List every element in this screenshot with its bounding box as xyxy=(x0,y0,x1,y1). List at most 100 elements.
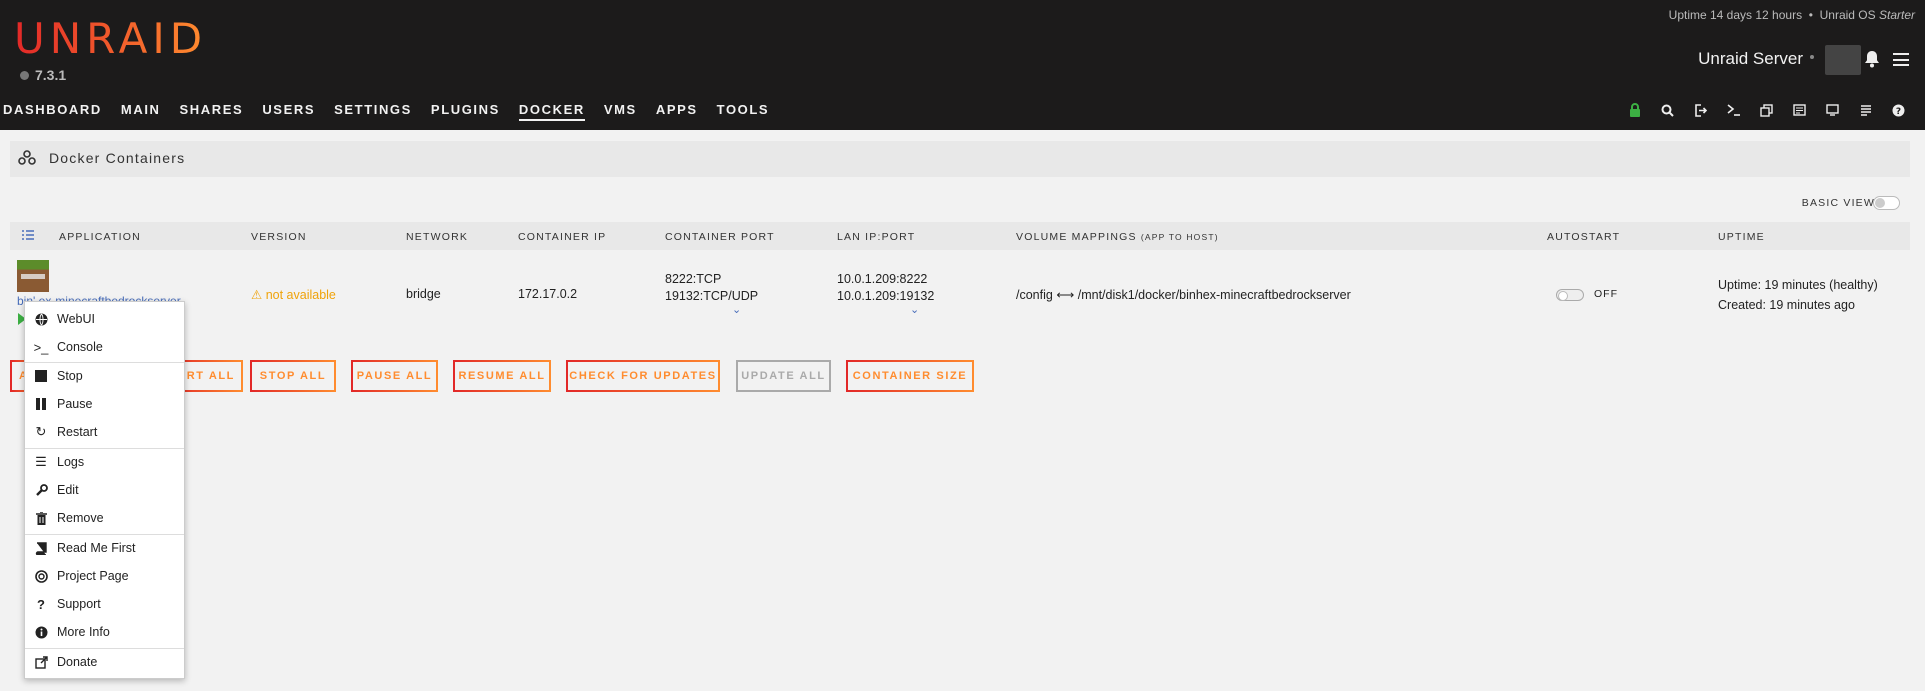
menu-divider xyxy=(25,534,184,535)
arrow-icon: ⟷ xyxy=(1056,288,1075,302)
page-title-bar: Docker Containers xyxy=(10,141,1910,177)
chevron-down-icon[interactable]: ⌄ xyxy=(732,303,741,316)
monitor-icon[interactable] xyxy=(1816,101,1849,119)
menu-label: Stop xyxy=(57,369,83,383)
container-ports: 8222:TCP 19132:TCP/UDP xyxy=(665,271,758,305)
autostart-state: OFF xyxy=(1594,288,1618,300)
pause-all-button[interactable]: PAUSE ALL xyxy=(351,360,438,392)
log-icon[interactable] xyxy=(1849,101,1882,119)
menu-label: Pause xyxy=(57,397,93,411)
nav-users[interactable]: USERS xyxy=(262,102,315,121)
search-icon[interactable] xyxy=(1651,101,1684,119)
help-icon[interactable]: ? xyxy=(1882,101,1915,119)
col-network: NETWORK xyxy=(406,231,469,243)
nav-dashboard[interactable]: DASHBOARD xyxy=(3,102,102,121)
menu-label: Console xyxy=(57,340,103,354)
menu-item-project[interactable]: Project Page xyxy=(25,564,184,588)
menu-label: Support xyxy=(57,597,101,611)
system-info: Uptime 14 days 12 hours • Unraid OS Star… xyxy=(1669,8,1915,22)
lan-port-1: 10.0.1.209:8222 xyxy=(837,272,928,286)
copy-icon[interactable] xyxy=(1750,101,1783,119)
stop-icon xyxy=(25,370,57,382)
lock-icon[interactable] xyxy=(1618,101,1651,119)
server-name[interactable]: Unraid Server xyxy=(1698,49,1803,69)
menu-label: Edit xyxy=(57,483,79,497)
table-row: bin' ex-minecraftbedrockserver ⚠ not ava… xyxy=(10,254,1910,328)
menu-icon[interactable] xyxy=(1893,53,1909,66)
container-size-button[interactable]: CONTAINER SIZE xyxy=(846,360,974,392)
menu-label: More Info xyxy=(57,625,110,639)
nav-apps[interactable]: APPS xyxy=(656,102,698,121)
menu-item-console[interactable]: >_ Console xyxy=(25,335,184,359)
check-updates-button[interactable]: CHECK FOR UPDATES xyxy=(566,360,720,392)
menu-item-stop[interactable]: Stop xyxy=(25,364,184,388)
version-number: 7.3.1 xyxy=(35,67,67,83)
col-application: APPLICATION xyxy=(59,231,141,243)
menu-item-pause[interactable]: Pause xyxy=(25,392,184,416)
update-all-button: UPDATE ALL xyxy=(736,360,831,392)
col-volume-mappings: VOLUME MAPPINGS (APP TO HOST) xyxy=(1016,231,1219,243)
page-title: Docker Containers xyxy=(49,150,186,166)
nav-tools[interactable]: TOOLS xyxy=(717,102,770,121)
menu-item-restart[interactable]: ↻ Restart xyxy=(25,420,184,444)
terminal-icon[interactable] xyxy=(1717,101,1750,119)
uptime-info: Uptime: 19 minutes (healthy) Created: 19… xyxy=(1718,275,1878,315)
menu-item-support[interactable]: ? Support xyxy=(25,592,184,616)
menu-item-readme[interactable]: Read Me First xyxy=(25,536,184,560)
nav-shares[interactable]: SHARES xyxy=(180,102,244,121)
book-icon xyxy=(25,541,57,555)
version-status: ⚠ not available xyxy=(251,287,336,302)
col-container-ip: CONTAINER IP xyxy=(518,231,607,243)
nav-main[interactable]: MAIN xyxy=(121,102,161,121)
main-nav: DASHBOARD MAIN SHARES USERS SETTINGS PLU… xyxy=(3,102,788,121)
version-text: not available xyxy=(265,288,336,302)
menu-item-more-info[interactable]: More Info xyxy=(25,620,184,644)
menu-divider xyxy=(25,362,184,363)
basic-view-toggle[interactable] xyxy=(1873,196,1900,210)
volume-container-path: /config xyxy=(1016,288,1053,302)
nav-docker[interactable]: DOCKER xyxy=(518,102,585,121)
header: UNRAID 7.3.1 Uptime 14 days 12 hours • U… xyxy=(0,0,1925,130)
volume-mapping: /config ⟷ /mnt/disk1/docker/binhex-minec… xyxy=(1016,287,1351,302)
lan-port-2: 10.0.1.209:19132 xyxy=(837,289,935,303)
menu-item-remove[interactable]: Remove xyxy=(25,506,184,530)
stop-all-button[interactable]: STOP ALL xyxy=(250,360,336,392)
unraid-logo[interactable]: UNRAID xyxy=(14,14,207,63)
col-version: VERSION xyxy=(251,231,307,243)
menu-label: Project Page xyxy=(57,569,129,583)
nav-plugins[interactable]: PLUGINS xyxy=(431,102,500,121)
network-value: bridge xyxy=(406,287,441,301)
autostart-toggle[interactable] xyxy=(1556,289,1584,301)
resume-all-button[interactable]: RESUME ALL xyxy=(453,360,551,392)
uptime-value: Uptime: 19 minutes (healthy) xyxy=(1718,278,1878,292)
list-icon[interactable] xyxy=(22,230,34,243)
menu-item-webui[interactable]: WebUI xyxy=(25,307,184,331)
uptime-text: Uptime 14 days 12 hours xyxy=(1668,8,1803,22)
lan-ports: 10.0.1.209:8222 10.0.1.209:19132 xyxy=(837,271,934,305)
svg-text:?: ? xyxy=(1896,107,1901,117)
avatar[interactable] xyxy=(1825,45,1861,75)
docker-icon xyxy=(18,150,36,171)
bell-icon[interactable] xyxy=(1864,50,1880,68)
app-icon[interactable] xyxy=(17,260,49,292)
trash-icon xyxy=(25,511,57,525)
col-lan-ip-port: LAN IP:PORT xyxy=(837,231,916,243)
nav-icons: ? xyxy=(1618,101,1915,119)
bullet: • xyxy=(1808,8,1813,22)
nav-vms[interactable]: VMS xyxy=(604,102,637,121)
menu-item-logs[interactable]: ☰ Logs xyxy=(25,450,184,474)
menu-item-edit[interactable]: Edit xyxy=(25,478,184,502)
terminal-icon: >_ xyxy=(33,339,49,355)
chevron-down-icon[interactable]: ⌄ xyxy=(910,303,919,316)
menu-item-donate[interactable]: Donate xyxy=(25,650,184,674)
menu-label: Logs xyxy=(57,455,85,469)
container-port-1: 8222:TCP xyxy=(665,272,722,286)
col-volume-mappings-label: VOLUME MAPPINGS xyxy=(1016,231,1137,243)
logout-icon[interactable] xyxy=(1684,101,1717,119)
notes-icon[interactable] xyxy=(1783,101,1816,119)
menu-divider xyxy=(25,448,184,449)
created-value: Created: 19 minutes ago xyxy=(1718,298,1855,312)
nav-settings[interactable]: SETTINGS xyxy=(334,102,412,121)
os-edition: Starter xyxy=(1878,8,1915,22)
col-container-port: CONTAINER PORT xyxy=(665,231,775,243)
